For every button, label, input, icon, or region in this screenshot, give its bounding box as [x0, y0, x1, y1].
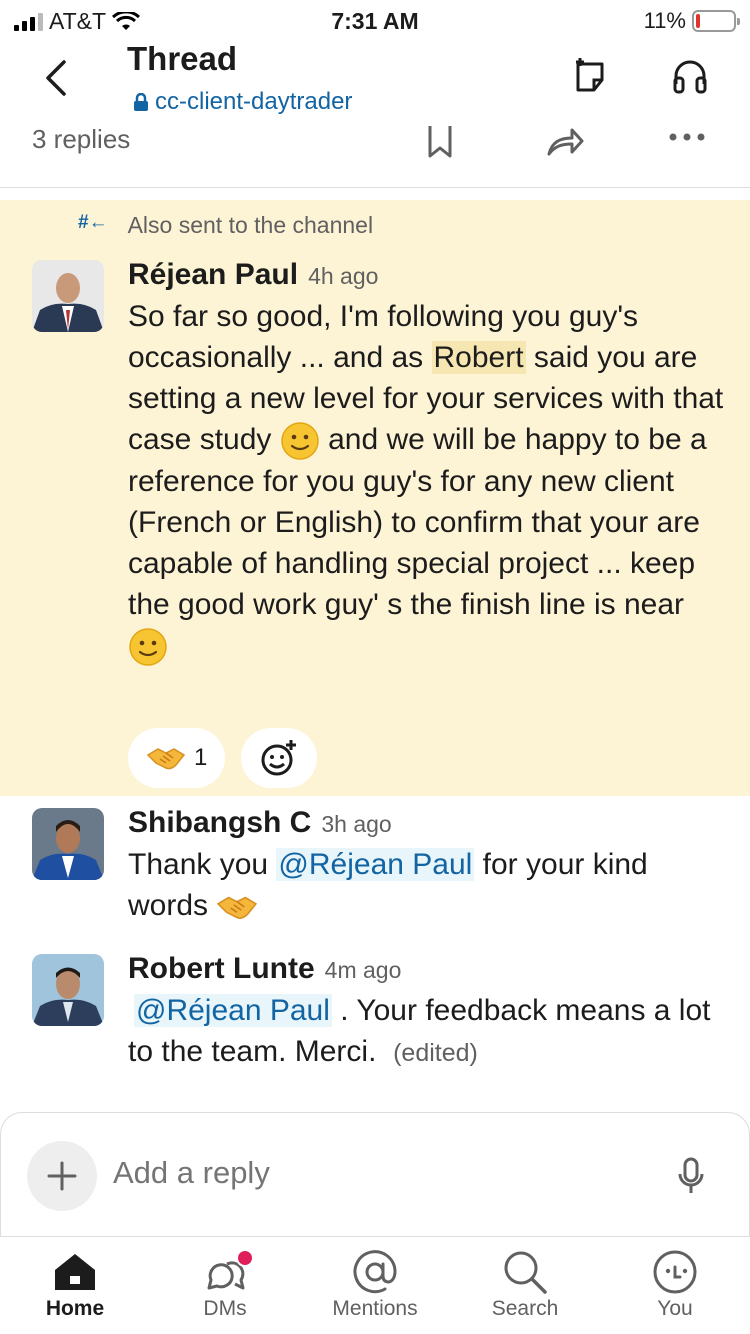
handshake-reaction[interactable]: 1 [128, 728, 226, 788]
smile-emoji-icon [281, 422, 319, 460]
avatar[interactable] [32, 260, 104, 332]
tab-dms[interactable]: DMs [150, 1247, 300, 1321]
canvas-note-icon[interactable] [572, 56, 612, 96]
plus-icon [47, 1161, 77, 1191]
author-name[interactable]: Robert Lunte [128, 952, 315, 986]
thread-header: Thread cc-client-daytrader [0, 40, 750, 128]
timestamp: 4h ago [308, 263, 379, 289]
microphone-icon[interactable] [677, 1157, 705, 1195]
handshake-emoji-icon [217, 896, 258, 919]
status-bar: AT&T 7:31 AM 11% [0, 0, 750, 40]
timestamp: 4m ago [324, 957, 402, 983]
edited-label: (edited) [393, 1039, 478, 1067]
add-reaction-button[interactable] [241, 728, 318, 788]
message-content: Shibangsh C 3h ago Thank you @Réjean Pau… [128, 806, 728, 926]
reply-input[interactable] [113, 1155, 613, 1191]
tab-label: You [657, 1297, 693, 1320]
channel-broadcast-icon: #← [78, 212, 108, 233]
channel-name: cc-client-daytrader [155, 88, 353, 115]
author-name[interactable]: Réjean Paul [128, 258, 298, 292]
battery-percent: 11% [643, 8, 686, 33]
author-name[interactable]: Shibangsh C [128, 806, 311, 840]
message-content: Réjean Paul 4h ago So far so good, I'm f… [128, 258, 728, 667]
more-options-icon[interactable] [668, 132, 706, 142]
message-header: Robert Lunte 4m ago [128, 952, 728, 986]
also-sent-notice: #← Also sent to the channel [78, 212, 373, 239]
tab-label: DMs [203, 1297, 247, 1320]
bookmark-icon[interactable] [426, 124, 454, 158]
profile-icon [653, 1250, 697, 1294]
reaction-bar: 1 [128, 728, 318, 788]
reply-count: 3 replies [32, 124, 131, 154]
add-emoji-icon [261, 740, 297, 776]
message-text: Thank you @Réjean Paul for your kind wor… [128, 844, 728, 926]
highlighted-keyword: Robert [431, 341, 526, 374]
battery-level [696, 14, 700, 28]
thread-meta: 3 replies [0, 120, 750, 188]
message-text: So far so good, I'm following you guy's … [128, 296, 728, 667]
back-arrow-icon[interactable] [40, 58, 74, 98]
tab-label: Search [491, 1297, 559, 1320]
at-sign-icon [353, 1250, 397, 1294]
smile-emoji-icon [129, 628, 167, 666]
timestamp: 3h ago [321, 811, 392, 837]
message-header: Shibangsh C 3h ago [128, 806, 728, 840]
avatar-robert-image [32, 954, 104, 1026]
avatar-shibangsh-image [32, 808, 104, 880]
tab-you[interactable]: You [600, 1247, 750, 1321]
lock-icon [134, 93, 148, 111]
home-icon [55, 1254, 95, 1290]
avatar[interactable] [32, 954, 104, 1026]
attach-button[interactable] [27, 1141, 97, 1211]
avatar-rejean-image [32, 260, 104, 332]
headphones-icon[interactable] [670, 56, 710, 96]
channel-link[interactable]: cc-client-daytrader [133, 88, 352, 116]
also-sent-label: Also sent to the channel [127, 212, 374, 238]
search-icon [504, 1251, 547, 1294]
user-mention[interactable]: @Réjean Paul [134, 994, 332, 1027]
page-title: Thread [127, 40, 238, 77]
avatar[interactable] [32, 808, 104, 880]
reaction-count: 1 [194, 744, 208, 771]
bottom-tab-bar: Home DMs Mentions Search You [0, 1236, 750, 1334]
tab-mentions[interactable]: Mentions [300, 1247, 450, 1321]
tab-search[interactable]: Search [450, 1247, 600, 1321]
tab-label: Home [45, 1297, 105, 1320]
user-mention[interactable]: @Réjean Paul [276, 848, 475, 881]
unread-badge [236, 1249, 254, 1267]
reply-composer [0, 1112, 750, 1236]
share-icon[interactable] [546, 124, 584, 158]
highlighted-message[interactable]: #← Also sent to the channel Réjean Paul … [0, 200, 750, 796]
tab-home[interactable]: Home [0, 1247, 150, 1321]
message-content: Robert Lunte 4m ago @Réjean Paul . Your … [128, 952, 728, 1074]
message-text: @Réjean Paul . Your feedback means a lot… [128, 990, 728, 1074]
message-header: Réjean Paul 4h ago [128, 258, 728, 292]
battery-status: 11% [643, 8, 740, 34]
handshake-emoji-icon [146, 748, 186, 770]
clock: 7:31 AM [331, 8, 419, 34]
battery-icon [692, 10, 740, 32]
tab-label: Mentions [332, 1297, 418, 1320]
text-fragment: Thank you [128, 848, 277, 881]
